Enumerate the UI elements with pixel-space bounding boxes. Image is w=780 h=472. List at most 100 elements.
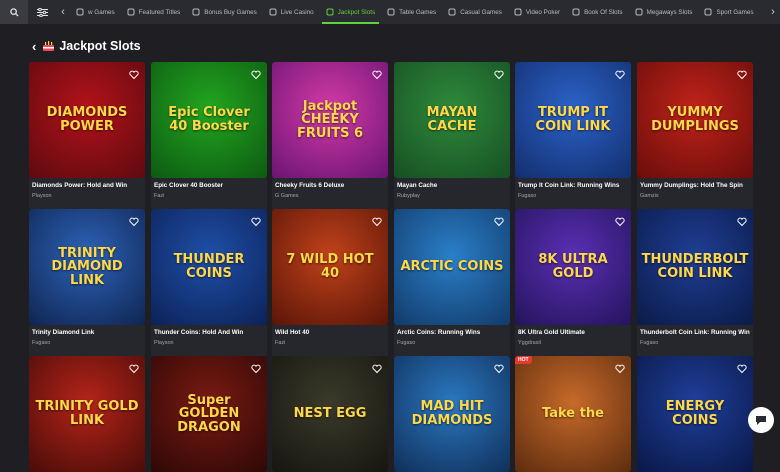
favorite-heart-icon[interactable] [737, 214, 747, 227]
tab-casual-games[interactable]: Casual Games [442, 0, 508, 24]
favorite-heart-icon[interactable] [737, 361, 747, 374]
favorite-heart-icon[interactable] [615, 67, 625, 80]
tab-w-games[interactable]: w Games [70, 0, 121, 24]
game-logo: TRUMP IT COIN LINK [535, 105, 611, 134]
game-card[interactable]: Super GOLDEN DRAGON [151, 356, 267, 472]
jackpot-cake-icon [43, 41, 55, 51]
page-header: ‹ Jackpot Slots [32, 36, 141, 56]
game-card[interactable]: THUNDERBOLT COIN LINK Thunderbolt Coin Li… [637, 209, 753, 356]
game-thumbnail[interactable]: ENERGY COINS [637, 356, 753, 472]
back-button[interactable]: ‹ [32, 39, 36, 54]
game-card[interactable]: TRUMP IT COIN LINK Trump It Coin Link: Ru… [515, 62, 631, 209]
gift-icon [192, 8, 200, 16]
game-card[interactable]: 7 WILD HOT 40 Wild Hot 40 Fazi [272, 209, 388, 356]
favorite-heart-icon[interactable] [494, 67, 504, 80]
game-thumbnail[interactable]: THUNDER COINS [151, 209, 267, 325]
game-thumbnail[interactable]: TRINITY DIAMOND LINK [29, 209, 145, 325]
search-button[interactable] [0, 0, 28, 24]
game-card[interactable]: THUNDER COINS Thunder Coins: Hold And Win… [151, 209, 267, 356]
chat-button[interactable] [748, 407, 774, 433]
game-logo: Super GOLDEN DRAGON [177, 392, 241, 435]
game-card[interactable]: TRINITY DIAMOND LINK Trinity Diamond Link… [29, 209, 145, 356]
favorite-heart-icon[interactable] [251, 67, 261, 80]
game-card[interactable]: ENERGY COINS [637, 356, 753, 472]
tab-sport-games[interactable]: Sport Games [698, 0, 759, 24]
game-info: Wild Hot 40 Fazi [272, 325, 388, 356]
game-thumbnail[interactable]: Super GOLDEN DRAGON [151, 356, 267, 472]
game-thumbnail[interactable]: DIAMONDS POWER [29, 62, 145, 178]
favorite-heart-icon[interactable] [615, 214, 625, 227]
games-icon [76, 8, 84, 16]
tab-jackpot-slots[interactable]: Jackpot Slots [320, 0, 381, 24]
game-thumbnail[interactable]: MAD HIT DIAMONDS [394, 356, 510, 472]
favorite-heart-icon[interactable] [129, 67, 139, 80]
tab-label: Live Casino [280, 8, 314, 16]
game-thumbnail[interactable]: 7 WILD HOT 40 [272, 209, 388, 325]
game-info: Cheeky Fruits 6 Deluxe G Games [272, 178, 388, 209]
game-card[interactable]: NEST EGG [272, 356, 388, 472]
game-card[interactable]: MAYAN CACHE Mayan Cache Rubyplay [394, 62, 510, 209]
game-logo: MAD HIT DIAMONDS [411, 399, 493, 428]
game-thumbnail[interactable]: TRINITY GOLD LINK [29, 356, 145, 472]
tab-featured-titles[interactable]: Featured Titles [121, 0, 187, 24]
tab-table-games[interactable]: Table Games [381, 0, 442, 24]
favorite-heart-icon[interactable] [372, 214, 382, 227]
game-card[interactable]: 8K ULTRA GOLD 8K Ultra Gold Ultimate Yggdr… [515, 209, 631, 356]
favorite-heart-icon[interactable] [251, 361, 261, 374]
game-info: Yummy Dumplings: Hold The Spin Gamzix [637, 178, 753, 209]
game-thumbnail[interactable]: Jackpot CHEEKY FRUITS 6 [272, 62, 388, 178]
favorite-heart-icon[interactable] [129, 214, 139, 227]
favorite-heart-icon[interactable] [129, 361, 139, 374]
game-thumbnail[interactable]: THUNDERBOLT COIN LINK [637, 209, 753, 325]
game-card[interactable]: Jackpot CHEEKY FRUITS 6 Cheeky Fruits 6 D… [272, 62, 388, 209]
game-thumbnail[interactable]: 8K ULTRA GOLD [515, 209, 631, 325]
game-thumbnail[interactable]: NEST EGG [272, 356, 388, 472]
tab-label: Sport Games [716, 8, 754, 16]
favorite-heart-icon[interactable] [494, 214, 504, 227]
tab-megaways-slots[interactable]: Megaways Slots [629, 0, 699, 24]
game-provider: Fugaso [640, 340, 659, 346]
favorite-heart-icon[interactable] [615, 361, 625, 374]
tab-label: Book Of Slots [584, 8, 623, 16]
favorite-heart-icon[interactable] [251, 214, 261, 227]
favorite-heart-icon[interactable] [372, 67, 382, 80]
game-card[interactable]: TRINITY GOLD LINK [29, 356, 145, 472]
game-title: Arctic Coins: Running Wins [397, 329, 481, 336]
game-thumbnail[interactable]: TRUMP IT COIN LINK [515, 62, 631, 178]
game-provider: Fazi [154, 193, 165, 199]
favorite-heart-icon[interactable] [372, 361, 382, 374]
game-thumbnail[interactable]: ARCTIC COINS [394, 209, 510, 325]
search-icon [9, 7, 19, 17]
game-thumbnail[interactable]: Epic Clover 40 Booster [151, 62, 267, 178]
favorite-heart-icon[interactable] [737, 67, 747, 80]
game-card[interactable]: MAD HIT DIAMONDS [394, 356, 510, 472]
scroll-left-button[interactable]: ‹ [56, 0, 70, 24]
game-info: Thunderbolt Coin Link: Running Wins Fugas… [637, 325, 753, 356]
game-logo: 8K ULTRA GOLD [538, 252, 608, 281]
star-icon [127, 8, 135, 16]
game-title: Mayan Cache [397, 182, 438, 189]
filter-button[interactable] [28, 0, 56, 24]
game-title: Thunder Coins: Hold And Win [154, 329, 244, 336]
tab-book-of-slots[interactable]: Book Of Slots [566, 0, 629, 24]
game-thumbnail[interactable]: MAYAN CACHE [394, 62, 510, 178]
game-info: Epic Clover 40 Booster Fazi [151, 178, 267, 209]
tab-video-poker[interactable]: Video Poker [508, 0, 566, 24]
game-title: 8K Ultra Gold Ultimate [518, 329, 585, 336]
scroll-right-button[interactable]: › [766, 0, 780, 24]
game-provider: Fazi [275, 340, 286, 346]
game-card[interactable]: YUMMY DUMPLINGS Yummy Dumplings: Hold The… [637, 62, 753, 209]
book-icon [572, 8, 580, 16]
game-info: Trinity Diamond Link Fugaso [29, 325, 145, 356]
game-card[interactable]: DIAMONDS POWER Diamonds Power: Hold and W… [29, 62, 145, 209]
tab-bonus-buy-games[interactable]: Bonus Buy Games [186, 0, 263, 24]
game-thumbnail[interactable]: Take the HOT [515, 356, 631, 472]
game-card[interactable]: Epic Clover 40 Booster Epic Clover 40 Boo… [151, 62, 267, 209]
game-card[interactable]: Take the HOT [515, 356, 631, 472]
tab-live-casino[interactable]: Live Casino [263, 0, 320, 24]
diamond-icon [326, 8, 334, 16]
game-provider: Fugaso [397, 340, 416, 346]
game-card[interactable]: ARCTIC COINS Arctic Coins: Running Wins Fu… [394, 209, 510, 356]
favorite-heart-icon[interactable] [494, 361, 504, 374]
game-thumbnail[interactable]: YUMMY DUMPLINGS [637, 62, 753, 178]
